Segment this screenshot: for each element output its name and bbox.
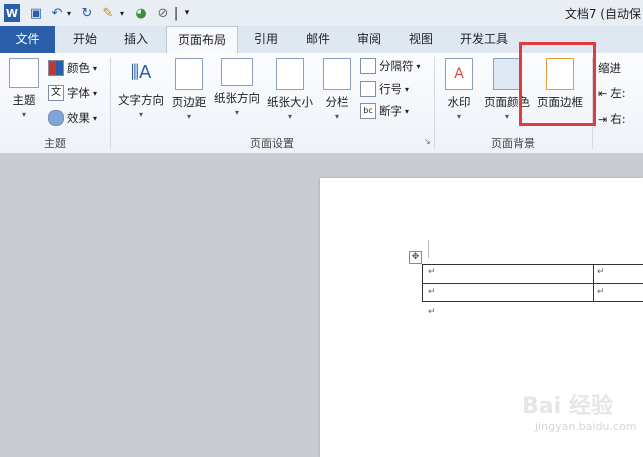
themes-button[interactable]: 主题 ▾ [6,58,42,119]
chevron-down-icon: ▾ [138,110,143,119]
tab-references[interactable]: 引用 [243,26,289,53]
baidu-watermark: Bai 经验 [522,394,613,419]
undo-dropdown-icon[interactable]: ▾ [64,4,74,22]
chevron-down-icon: ▾ [234,108,239,117]
indent-left[interactable]: ⇤ 左: [598,85,626,101]
theme-effects-button[interactable]: 效果 ▾ [48,110,97,126]
effects-icon [48,110,64,126]
table-row-divider [423,283,643,284]
breaks-icon [360,58,376,74]
cell-mark-icon: ↵ [428,287,436,297]
document-table[interactable] [422,264,643,302]
orientation-button[interactable]: 纸张方向 ▾ [212,58,262,117]
undo-icon[interactable]: ↶ [50,4,64,22]
font-a-icon: 文 [48,85,64,101]
hyphenation-icon: bc [360,103,376,119]
save-icon[interactable]: ▣ [28,4,44,22]
themes-icon [9,58,39,88]
chevron-down-icon: ▾ [416,61,421,71]
margins-icon [175,58,203,90]
paint-bucket-icon [493,58,521,90]
color-wheel-icon[interactable]: ◕ [133,4,149,22]
watermark-icon: A [445,58,473,90]
text-cursor [428,240,429,258]
baidu-watermark-url: jingyan.baidu.com [535,420,637,433]
cell-mark-icon: ↵ [428,267,436,277]
text-direction-icon: ⫼A [130,62,152,83]
watermark-button[interactable]: A 水印 ▾ [442,58,476,121]
tab-file[interactable]: 文件 [0,26,55,53]
indent-right[interactable]: ⇥ 右: [598,111,626,127]
table-move-handle-icon[interactable]: ✥ [409,251,422,264]
line-numbers-icon [360,81,376,97]
text-direction-button[interactable]: ⫼A 文字方向 ▾ [116,58,166,119]
document-title: 文档7 (自动保 [564,7,641,21]
indent-label: 缩进 [598,61,621,75]
customize-toolbar-icon[interactable]: ▾ [182,4,192,22]
chevron-down-icon: ▾ [405,106,410,116]
theme-colors-button[interactable]: 颜色 ▾ [48,60,97,76]
paragraph-mark-icon: ↵ [428,307,436,317]
format-painter-dropdown-icon[interactable]: ▾ [117,4,127,22]
paper-size-icon [276,58,304,90]
size-button[interactable]: 纸张大小 ▾ [265,58,315,121]
hyphenation-button[interactable]: bc 断字 ▾ [360,103,409,119]
color-palette-icon [48,60,64,76]
chevron-down-icon: ▾ [93,63,98,73]
chevron-down-icon: ▾ [93,88,98,98]
title-bar: W ▣ ↶ ▾ ↻ ✎ ▾ ◕ ⊘ | ▾ 文档7 (自动保 [0,0,643,27]
dialog-launcher-icon[interactable]: ↘ [424,137,431,146]
cell-mark-icon: ↵ [597,267,605,277]
indent-left-icon: ⇤ [598,86,608,100]
tab-insert[interactable]: 插入 [113,26,159,53]
tab-developer[interactable]: 开发工具 [449,26,519,53]
columns-icon [323,58,351,90]
orientation-icon [221,58,253,86]
theme-fonts-button[interactable]: 文 字体 ▾ [48,85,97,101]
group-label-page-setup: 页面设置 [250,137,294,150]
format-painter-icon[interactable]: ✎ [100,4,116,22]
strikethrough-icon[interactable]: ⊘ [155,4,171,22]
chevron-down-icon: ▾ [287,112,292,121]
chevron-down-icon: ▾ [93,113,98,123]
toolbar-separator: | [173,5,179,21]
chevron-down-icon: ▾ [334,112,339,121]
line-numbers-button[interactable]: 行号 ▾ [360,81,409,97]
chevron-down-icon: ▾ [21,110,26,119]
tab-view[interactable]: 视图 [398,26,444,53]
chevron-down-icon: ▾ [456,112,461,121]
chevron-down-icon: ▾ [405,84,410,94]
columns-button[interactable]: 分栏 ▾ [320,58,354,121]
margins-button[interactable]: 页边距 ▾ [169,58,209,121]
table-column-divider [593,265,594,301]
highlight-box [519,42,596,126]
chevron-down-icon: ▾ [186,112,191,121]
tab-page-layout[interactable]: 页面布局 [166,26,238,54]
cell-mark-icon: ↵ [597,287,605,297]
group-label-page-background: 页面背景 [491,137,535,150]
redo-icon[interactable]: ↻ [80,4,94,22]
tab-review[interactable]: 审阅 [346,26,392,53]
group-label-theme: 主题 [44,137,66,150]
tab-home[interactable]: 开始 [62,26,108,53]
breaks-button[interactable]: 分隔符 ▾ [360,58,421,74]
indent-right-icon: ⇥ [598,112,608,126]
tab-mailings[interactable]: 邮件 [295,26,341,53]
word-app-icon[interactable]: W [4,4,20,22]
